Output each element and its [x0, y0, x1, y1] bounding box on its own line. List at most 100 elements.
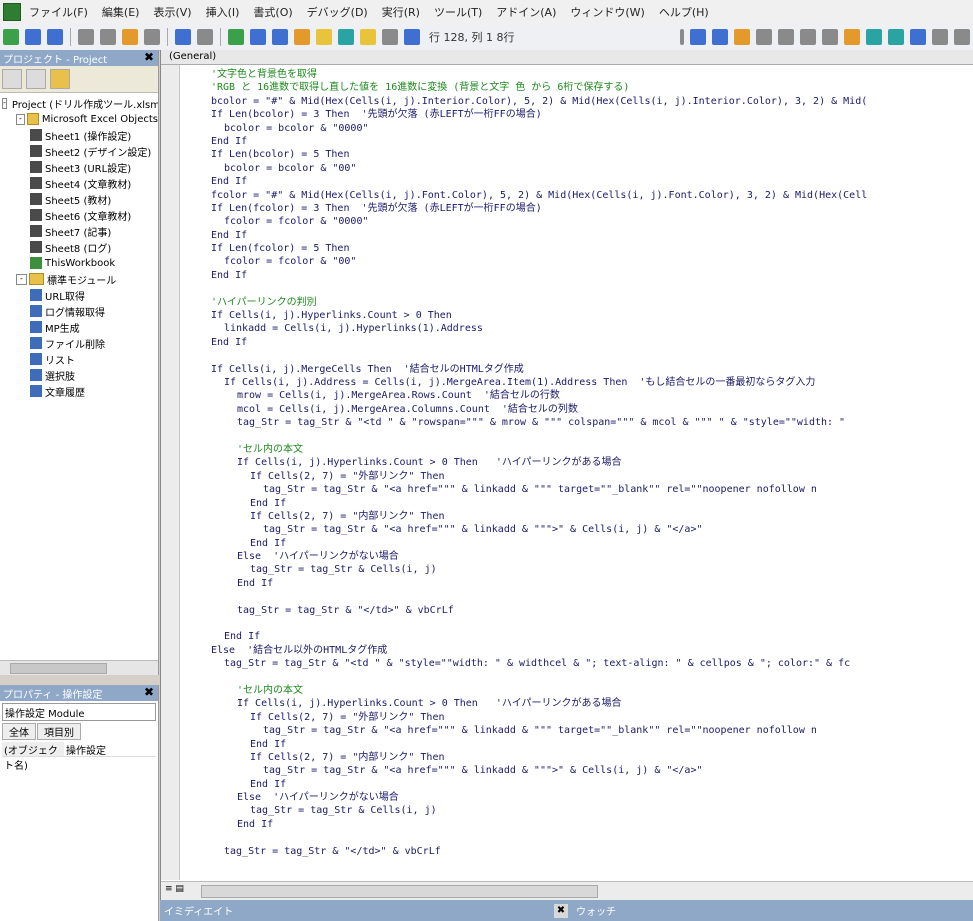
code-line[interactable]: tag_Str = tag_Str & "<td " & "style=""wi…: [185, 657, 973, 670]
bookmark-icon[interactable]: [800, 29, 816, 45]
complete-word-icon[interactable]: [932, 29, 948, 45]
quick-info-icon[interactable]: [888, 29, 904, 45]
code-line[interactable]: tag_Str = tag_Str & "<a href=""" & linka…: [185, 483, 973, 496]
close-icon[interactable]: ✖: [142, 685, 156, 699]
tab-all[interactable]: 全体: [2, 723, 36, 740]
tab-by-category[interactable]: 項目別: [37, 723, 81, 740]
code-line[interactable]: End If: [185, 577, 973, 590]
code-line[interactable]: fcolor = fcolor & "0000": [185, 215, 973, 228]
code-line[interactable]: If Cells(2, 7) = "内部リンク" Then: [185, 510, 973, 523]
tree-item[interactable]: URL取得: [0, 287, 158, 303]
code-line[interactable]: If Len(bcolor) = 3 Then '先頭が欠落 (赤LEFTが一桁…: [185, 108, 973, 121]
code-line[interactable]: If Cells(i, j).Hyperlinks.Count > 0 Then…: [185, 456, 973, 469]
toggle-breakpoint-icon[interactable]: [734, 29, 750, 45]
menu-item[interactable]: ツール(T): [430, 4, 492, 20]
code-line[interactable]: fcolor = "#" & Mid(Hex(Cells(i, j).Font.…: [185, 189, 973, 202]
view-object-icon[interactable]: [26, 69, 46, 89]
project-explorer-icon[interactable]: [316, 29, 332, 45]
code-editor[interactable]: '文字色と背景色を取得 'RGB と 16進数で取得し直した値を 16進数に変換 …: [185, 68, 973, 878]
code-line[interactable]: End If: [185, 778, 973, 791]
menu-item[interactable]: ヘルプ(H): [655, 4, 719, 20]
tree-item[interactable]: Sheet4 (文章教材): [0, 175, 158, 191]
tree-item[interactable]: 文章履歴: [0, 383, 158, 399]
save-icon[interactable]: [47, 29, 63, 45]
code-line[interactable]: [185, 831, 973, 844]
code-line[interactable]: If Len(fcolor) = 5 Then: [185, 242, 973, 255]
code-line[interactable]: tag_Str = tag_Str & "</td>" & vbCrLf: [185, 845, 973, 858]
run-icon[interactable]: [228, 29, 244, 45]
code-line[interactable]: linkadd = Cells(i, j).Hyperlinks(1).Addr…: [185, 322, 973, 335]
view-toggle-buttons[interactable]: ≡ ▤: [165, 884, 197, 897]
menu-item[interactable]: 書式(O): [249, 4, 302, 20]
code-line[interactable]: End If: [185, 229, 973, 242]
tree-item[interactable]: - Microsoft Excel Objects: [0, 111, 158, 127]
tree-item[interactable]: リスト: [0, 351, 158, 367]
menu-item[interactable]: ウィンドウ(W): [566, 4, 654, 20]
tree-item[interactable]: ファイル削除: [0, 335, 158, 351]
code-line[interactable]: End If: [185, 269, 973, 282]
scrollbar-thumb[interactable]: [10, 663, 107, 674]
redo-icon[interactable]: [197, 29, 213, 45]
reset-icon[interactable]: [272, 29, 288, 45]
view-excel-icon[interactable]: [3, 29, 19, 45]
menu-item[interactable]: 編集(E): [98, 4, 150, 20]
properties-window-icon[interactable]: [338, 29, 354, 45]
code-line[interactable]: bcolor = bcolor & "00": [185, 162, 973, 175]
code-line[interactable]: [185, 590, 973, 603]
parameter-info-icon[interactable]: [910, 29, 926, 45]
menu-item[interactable]: 表示(V): [149, 4, 201, 20]
code-line[interactable]: End If: [185, 497, 973, 510]
expand-collapse-icon[interactable]: -: [16, 273, 27, 285]
uncomment-block-icon[interactable]: [778, 29, 794, 45]
code-line[interactable]: If Cells(i, j).Hyperlinks.Count > 0 Then: [185, 309, 973, 322]
property-row[interactable]: (オブジェクト名) 操作設定: [2, 742, 156, 772]
help-icon[interactable]: [404, 29, 420, 45]
tree-item[interactable]: ログ情報取得: [0, 303, 158, 319]
tree-item[interactable]: Sheet2 (デザイン設定): [0, 143, 158, 159]
property-value[interactable]: 操作設定: [64, 742, 106, 757]
code-line[interactable]: fcolor = fcolor & "00": [185, 255, 973, 268]
outdent-icon[interactable]: [712, 29, 728, 45]
code-line[interactable]: tag_Str = tag_Str & "</td>" & vbCrLf: [185, 604, 973, 617]
clear-bookmarks-icon[interactable]: [866, 29, 882, 45]
code-line[interactable]: If Len(bcolor) = 5 Then: [185, 148, 973, 161]
code-comment-line[interactable]: 'RGB と 16進数で取得し直した値を 16進数に変換 (背景と文字 色 から…: [185, 81, 973, 94]
view-code-icon[interactable]: [2, 69, 22, 89]
find-icon[interactable]: [144, 29, 160, 45]
code-line[interactable]: bcolor = bcolor & "0000": [185, 122, 973, 135]
paste-icon[interactable]: [122, 29, 138, 45]
code-line[interactable]: End If: [185, 175, 973, 188]
code-line[interactable]: [185, 282, 973, 295]
code-line[interactable]: If Cells(2, 7) = "外部リンク" Then: [185, 711, 973, 724]
project-pane-scrollbar[interactable]: [0, 660, 158, 675]
code-scrollbar[interactable]: ≡ ▤: [161, 881, 973, 900]
cut-icon[interactable]: [78, 29, 94, 45]
indent-icon[interactable]: [690, 29, 706, 45]
copy-icon[interactable]: [100, 29, 116, 45]
code-line[interactable]: [185, 349, 973, 362]
code-line[interactable]: End If: [185, 818, 973, 831]
code-margin-indicator-bar[interactable]: [161, 65, 180, 880]
close-icon[interactable]: ✖: [142, 50, 156, 64]
expand-collapse-icon[interactable]: -: [2, 97, 7, 109]
code-line[interactable]: bcolor = "#" & Mid(Hex(Cells(i, j).Inter…: [185, 95, 973, 108]
menu-item[interactable]: 挿入(I): [202, 4, 250, 20]
code-line[interactable]: tag_Str = tag_Str & Cells(i, j): [185, 804, 973, 817]
code-comment-line[interactable]: 'ハイパーリンクの判別: [185, 296, 973, 309]
code-comment-line[interactable]: '文字色と背景色を取得: [185, 68, 973, 81]
code-line[interactable]: [185, 617, 973, 630]
object-browser-icon[interactable]: [360, 29, 376, 45]
code-line[interactable]: If Cells(i, j).MergeCells Then '結合セルのHTM…: [185, 363, 973, 376]
design-mode-icon[interactable]: [294, 29, 310, 45]
code-line[interactable]: If Cells(2, 7) = "内部リンク" Then: [185, 751, 973, 764]
code-line[interactable]: [185, 671, 973, 684]
next-bookmark-icon[interactable]: [822, 29, 838, 45]
comment-block-icon[interactable]: [756, 29, 772, 45]
tree-item[interactable]: MP生成: [0, 319, 158, 335]
code-line[interactable]: Else 'ハイパーリンクがない場合: [185, 791, 973, 804]
code-line[interactable]: Else 'ハイパーリンクがない場合: [185, 550, 973, 563]
expand-collapse-icon[interactable]: -: [16, 113, 25, 125]
code-line[interactable]: tag_Str = tag_Str & "<a href=""" & linka…: [185, 523, 973, 536]
tree-item[interactable]: Sheet3 (URL設定): [0, 159, 158, 175]
code-line[interactable]: End If: [185, 738, 973, 751]
